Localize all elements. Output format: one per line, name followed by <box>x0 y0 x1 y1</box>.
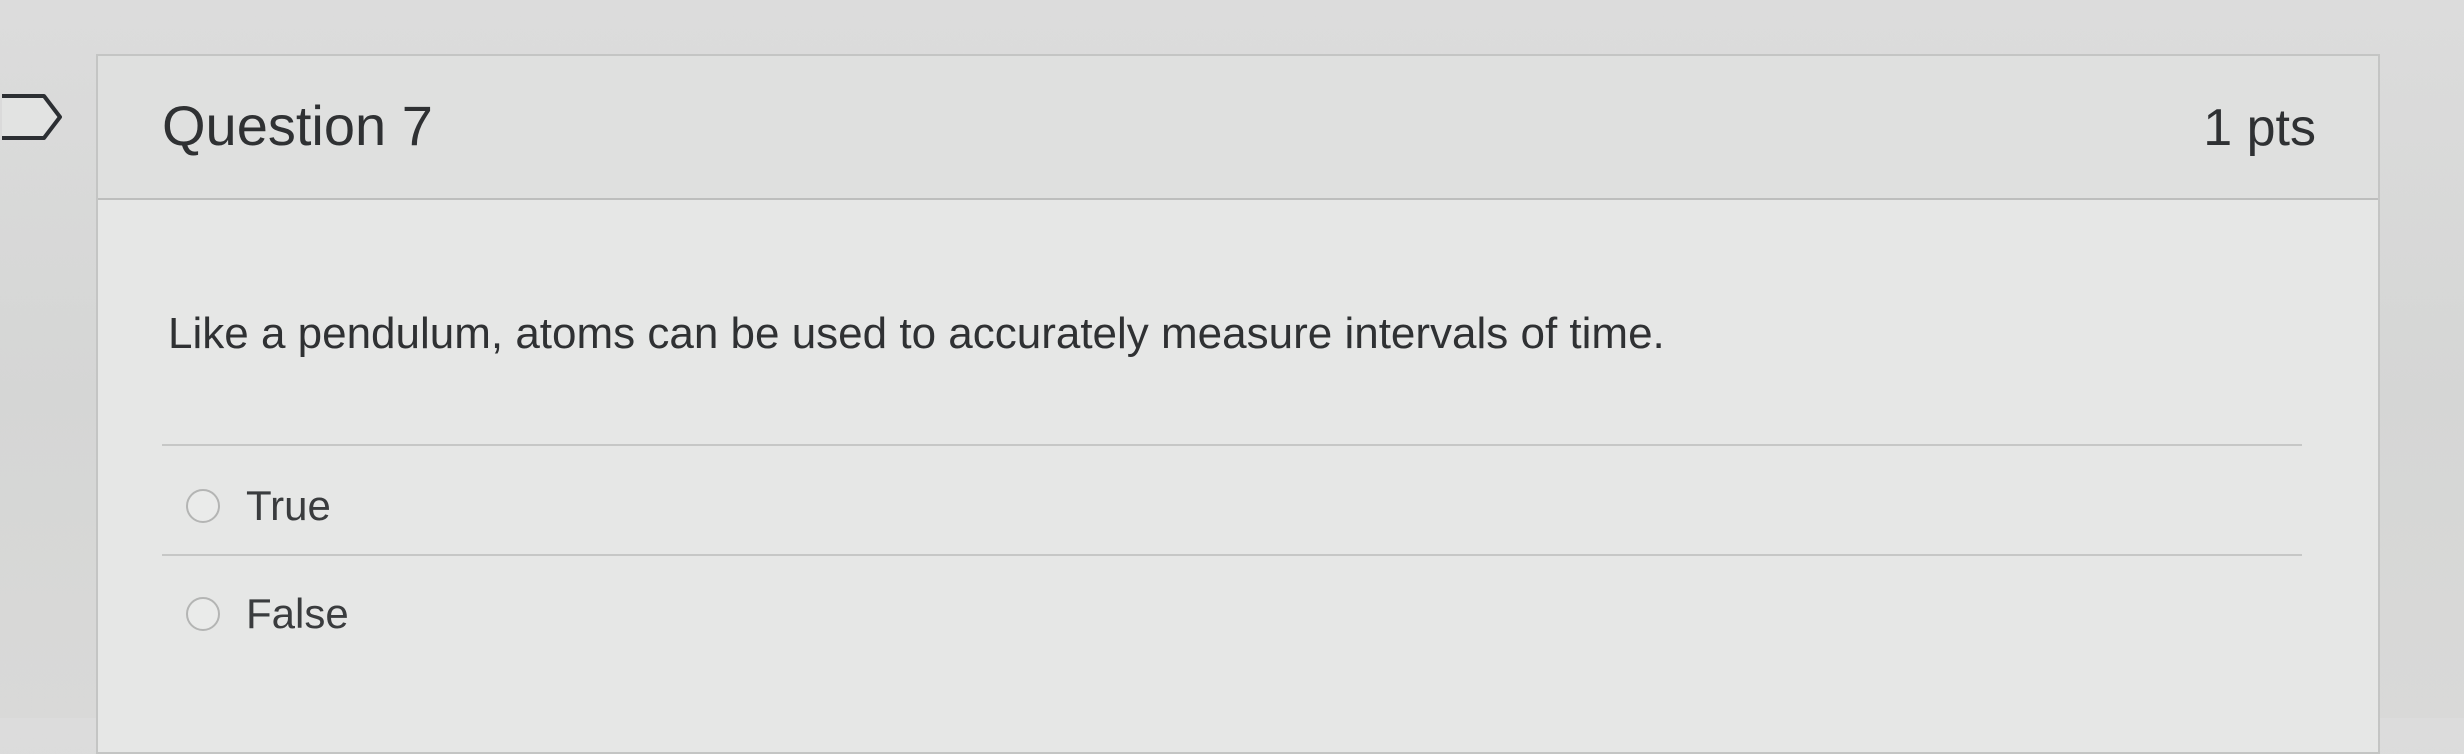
answers-middle-divider <box>162 554 2302 556</box>
question-header: Question 7 1 pts <box>98 56 2378 200</box>
question-points: 1 pts <box>2203 99 2316 157</box>
radio-circle-icon[interactable] <box>186 597 220 631</box>
answer-option-true[interactable]: True <box>186 476 331 536</box>
answer-label-true[interactable]: True <box>246 478 331 534</box>
question-text: Like a pendulum, atoms can be used to ac… <box>168 309 1665 358</box>
question-card: Question 7 1 pts Like a pendulum, atoms … <box>96 54 2380 754</box>
flag-question-icon[interactable] <box>0 92 64 142</box>
answers-top-divider <box>162 444 2302 446</box>
answer-option-false[interactable]: False <box>186 584 349 644</box>
radio-circle-icon[interactable] <box>186 489 220 523</box>
answer-label-false[interactable]: False <box>246 586 349 642</box>
question-title: Question 7 <box>162 94 433 157</box>
